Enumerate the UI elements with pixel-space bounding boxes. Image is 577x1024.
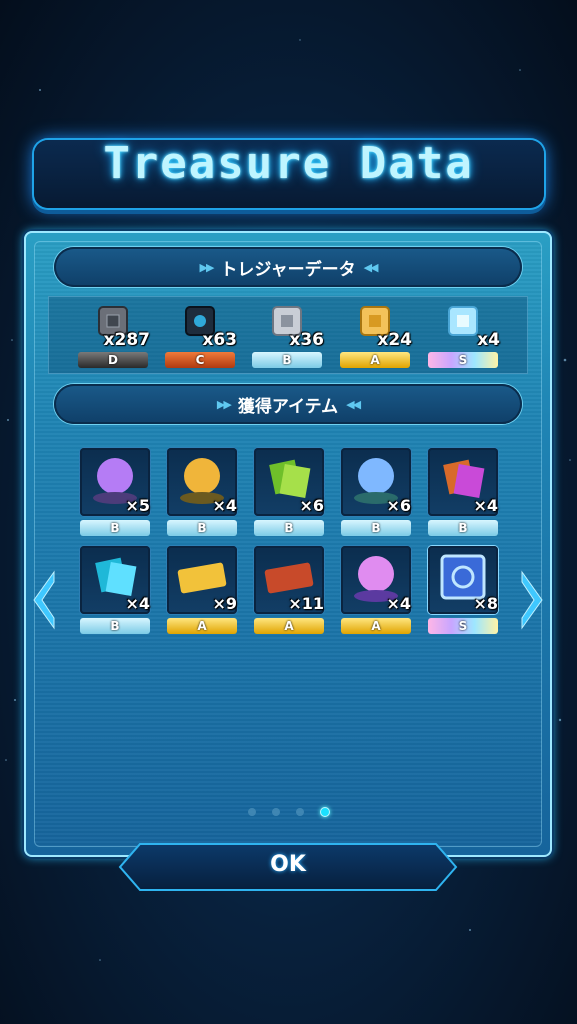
- item-count: ×4: [212, 496, 237, 515]
- treasure-count: x287: [103, 330, 150, 350]
- treasure-count: x36: [289, 330, 324, 350]
- grade-badge: S: [428, 352, 498, 368]
- items-header-label: 獲得アイテム: [237, 396, 339, 417]
- grade-badge: A: [167, 618, 237, 634]
- item-slot[interactable]: ×9 A: [167, 546, 239, 634]
- item-count: ×11: [288, 594, 324, 613]
- header-arrows-left-icon: ▶▶: [199, 260, 215, 274]
- page-dot[interactable]: [247, 808, 256, 816]
- item-slot[interactable]: ×6 B: [341, 448, 413, 536]
- item-slot[interactable]: ×4 B: [167, 448, 239, 536]
- treasure-count: x24: [377, 330, 412, 350]
- grade-badge: A: [341, 618, 411, 634]
- grade-badge: B: [80, 520, 150, 536]
- ok-button-label: OK: [270, 852, 306, 877]
- treasure-count: x63: [202, 330, 237, 350]
- treasure-data-b: x36 B: [252, 300, 324, 370]
- item-count: ×4: [473, 496, 498, 515]
- treasure-data-s: x4 S: [428, 300, 500, 370]
- grade-badge: A: [254, 618, 324, 634]
- item-count: ×8: [473, 594, 498, 613]
- treasure-data-a: x24 A: [340, 300, 412, 370]
- item-count: ×6: [386, 496, 411, 515]
- item-count: ×6: [299, 496, 324, 515]
- grade-badge: B: [252, 352, 322, 368]
- page-dot[interactable]: [271, 808, 280, 816]
- page-indicator: [0, 806, 577, 817]
- grade-badge: B: [428, 520, 498, 536]
- header-arrows-left-icon: ▶▶: [216, 397, 232, 411]
- grade-badge: B: [80, 618, 150, 634]
- item-count: ×4: [125, 594, 150, 613]
- grade-badge: B: [254, 520, 324, 536]
- treasure-data-c: x63 C: [165, 300, 237, 370]
- treasure-count: x4: [477, 330, 500, 350]
- grade-badge: C: [165, 352, 235, 368]
- ok-button[interactable]: OK: [118, 842, 458, 892]
- page-dot[interactable]: [295, 808, 304, 816]
- item-count: ×5: [125, 496, 150, 515]
- page-title: Treasure Data: [103, 138, 474, 189]
- page-dot-active[interactable]: [319, 807, 330, 817]
- grade-badge: B: [341, 520, 411, 536]
- grade-badge: A: [340, 352, 410, 368]
- item-slot[interactable]: ×11 A: [254, 546, 326, 634]
- item-slot[interactable]: ×4 B: [80, 546, 152, 634]
- grade-badge: S: [428, 618, 498, 634]
- next-page-arrow-icon[interactable]: [518, 568, 546, 632]
- header-arrows-right-icon: ◀◀: [346, 397, 361, 411]
- item-count: ×4: [386, 594, 411, 613]
- treasure-data-header: ▶▶ トレジャーデータ ◀◀: [54, 247, 522, 287]
- item-slot[interactable]: ×4 B: [428, 448, 500, 536]
- items-header: ▶▶ 獲得アイテム ◀◀: [54, 384, 522, 424]
- treasure-data-d: x287 D: [78, 300, 150, 370]
- item-slot[interactable]: ×6 B: [254, 448, 326, 536]
- item-slot[interactable]: ×8 S: [428, 546, 500, 634]
- item-slot[interactable]: ×5 B: [80, 448, 152, 536]
- item-count: ×9: [212, 594, 237, 613]
- crystal-cube-icon: [448, 306, 478, 336]
- item-slot[interactable]: ×4 A: [341, 546, 413, 634]
- grade-badge: D: [78, 352, 148, 368]
- prev-page-arrow-icon[interactable]: [30, 568, 58, 632]
- treasure-data-header-label: トレジャーデータ: [220, 259, 356, 280]
- grade-badge: B: [167, 520, 237, 536]
- header-arrows-right-icon: ◀◀: [363, 260, 379, 274]
